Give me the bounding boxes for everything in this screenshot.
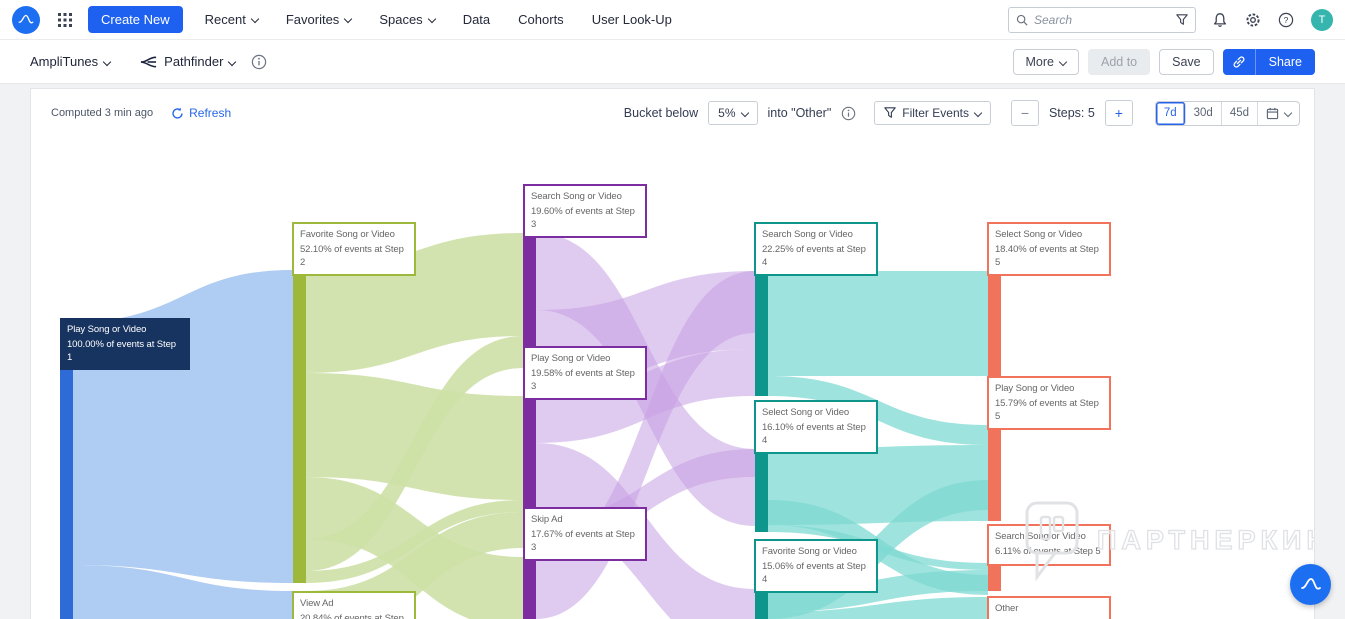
range-45d[interactable]: 45d	[1222, 101, 1258, 125]
compute-status: Computed 3 min ago Refresh	[51, 106, 231, 120]
menu-favorites[interactable]: Favorites	[286, 12, 353, 27]
date-picker-button[interactable]	[1258, 102, 1299, 125]
pathfinder-sankey-chart[interactable]	[31, 89, 1315, 619]
chevron-down-icon	[228, 57, 237, 66]
sankey-node-bar[interactable]	[988, 425, 1001, 521]
chevron-down-icon	[344, 14, 353, 24]
share-button[interactable]: Share	[1256, 49, 1315, 75]
range-30d[interactable]: 30d	[1186, 101, 1222, 125]
sankey-link[interactable]	[768, 271, 988, 376]
settings-gear-icon[interactable]	[1245, 12, 1261, 28]
sankey-node-label[interactable]: Search Song or Video 6.11% of events at S…	[987, 524, 1111, 566]
date-range-group: 7d 30d 45d	[1154, 100, 1300, 126]
sankey-node-label[interactable]: Favorite Song or Video 15.06% of events a…	[754, 539, 878, 594]
menu-spaces[interactable]: Spaces	[379, 12, 436, 27]
share-split-button[interactable]: Share	[1222, 48, 1315, 75]
notifications-bell-icon[interactable]	[1212, 12, 1228, 28]
sankey-node-label[interactable]: Select Song or Video 16.10% of events at …	[754, 400, 878, 455]
top-icon-group: ? T	[1212, 8, 1333, 31]
sankey-node-bar[interactable]	[293, 270, 306, 583]
sankey-node-bar[interactable]	[988, 563, 1001, 591]
chevron-down-icon	[250, 14, 260, 24]
toolbar-actions: More Add to Save Share	[1012, 48, 1315, 75]
filter-funnel-icon[interactable]	[1176, 13, 1188, 26]
menu-cohorts[interactable]: Cohorts	[518, 12, 564, 27]
info-icon[interactable]	[841, 106, 856, 121]
sankey-node-label[interactable]: Play Song or Video 100.00% of events at S…	[60, 318, 190, 371]
range-7d[interactable]: 7d	[1156, 101, 1186, 125]
chevron-down-icon	[973, 108, 983, 118]
sankey-node-label[interactable]: Play Song or Video 15.79% of events at St…	[987, 376, 1111, 431]
sankey-node-label[interactable]: Search Song or Video 22.25% of events at …	[754, 222, 878, 277]
chart-settings: Bucket below 5% into "Other" Filter Even…	[624, 100, 1300, 126]
pathfinder-icon	[140, 55, 157, 68]
help-icon[interactable]: ?	[1278, 12, 1294, 28]
refresh-button[interactable]: Refresh	[171, 106, 231, 120]
chart-controls: Computed 3 min ago Refresh Bucket below …	[51, 100, 1300, 126]
create-new-button[interactable]: Create New	[88, 6, 183, 33]
calendar-icon	[1266, 107, 1279, 119]
menu-recent[interactable]: Recent	[205, 12, 260, 27]
chart-card: Computed 3 min ago Refresh Bucket below …	[30, 88, 1315, 619]
sankey-node-label[interactable]: Favorite Song or Video 52.10% of events a…	[292, 222, 416, 277]
into-other-label: into "Other"	[767, 106, 832, 120]
sankey-node-label[interactable]: Select Song or Video 18.40% of events at …	[987, 222, 1111, 277]
chart-type-selector[interactable]: Pathfinder	[140, 54, 237, 69]
search-icon	[1016, 14, 1028, 26]
link-icon	[1233, 55, 1245, 68]
chevron-down-icon	[427, 14, 436, 24]
main-menu: Recent Favorites Spaces Data Cohorts Use…	[205, 12, 672, 27]
sankey-link[interactable]	[73, 270, 293, 583]
bucket-below-label: Bucket below	[623, 106, 699, 120]
amplitude-logo-icon[interactable]	[12, 5, 40, 34]
chevron-down-icon	[1283, 108, 1293, 118]
top-nav: Create New Recent Favorites Spaces Data …	[0, 0, 1345, 40]
sankey-node-bar[interactable]	[988, 271, 1001, 376]
sankey-node-label[interactable]: Play Song or Video 19.58% of events at St…	[523, 346, 647, 401]
info-icon[interactable]	[251, 54, 267, 70]
menu-user-lookup[interactable]: User Look-Up	[592, 12, 672, 27]
global-search[interactable]	[1008, 6, 1196, 33]
add-to-button[interactable]: Add to	[1088, 48, 1151, 75]
amplitude-fab-button[interactable]	[1290, 564, 1331, 605]
chevron-down-icon	[102, 57, 112, 66]
remove-step-button[interactable]: −	[1010, 100, 1039, 126]
more-button[interactable]: More	[1012, 48, 1079, 75]
sankey-node-bar[interactable]	[523, 557, 536, 619]
chevron-down-icon	[740, 108, 749, 118]
search-input[interactable]	[1034, 12, 1170, 27]
sankey-node-bar[interactable]	[755, 271, 768, 396]
filter-funnel-icon	[884, 107, 896, 118]
refresh-icon	[172, 107, 183, 119]
menu-data[interactable]: Data	[463, 12, 490, 27]
chart-toolbar: AmpliTunes Pathfinder More Add to Save S…	[0, 40, 1345, 84]
computed-timestamp: Computed 3 min ago	[51, 107, 154, 119]
sankey-node-bar[interactable]	[755, 589, 768, 619]
steps-count-label: Steps: 5	[1048, 106, 1095, 120]
sankey-node-label[interactable]: View Ad20.84% of events at Step 2	[292, 591, 416, 619]
project-selector[interactable]: AmpliTunes	[30, 54, 112, 69]
filter-events-button[interactable]: Filter Events	[874, 101, 991, 125]
sankey-node-label[interactable]: Other	[987, 596, 1111, 619]
sankey-node-label[interactable]: Search Song or Video 19.60% of events at …	[523, 184, 647, 239]
add-step-button[interactable]: +	[1104, 100, 1133, 126]
sankey-node-label[interactable]: Skip Ad 17.67% of events at Step 3	[523, 507, 647, 562]
svg-text:?: ?	[1284, 15, 1289, 25]
copy-link-button[interactable]	[1223, 48, 1256, 75]
chevron-down-icon	[1058, 57, 1068, 66]
apps-grid-icon[interactable]	[58, 12, 72, 27]
save-button[interactable]: Save	[1159, 48, 1214, 75]
bucket-threshold-select[interactable]: 5%	[708, 101, 758, 125]
user-avatar[interactable]: T	[1311, 8, 1333, 31]
sankey-node-bar[interactable]	[755, 449, 768, 532]
